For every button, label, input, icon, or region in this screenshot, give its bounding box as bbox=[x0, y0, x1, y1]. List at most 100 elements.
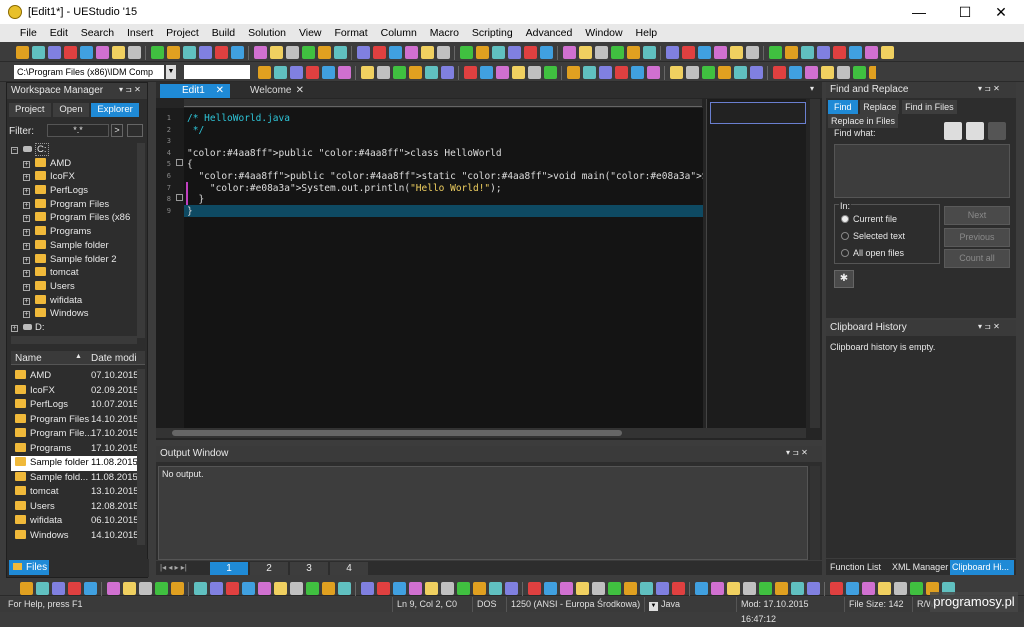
toolbar-button-icon[interactable] bbox=[357, 46, 370, 59]
toolbar2-button-icon[interactable] bbox=[464, 66, 477, 79]
toolbar2-button-icon[interactable] bbox=[377, 66, 390, 79]
tree-folder-item[interactable]: + PerfLogs bbox=[11, 184, 137, 198]
toolbar2-button-icon[interactable] bbox=[686, 66, 699, 79]
format-button-icon[interactable] bbox=[846, 582, 859, 595]
menu-project[interactable]: Project bbox=[161, 24, 204, 42]
format-button-icon[interactable] bbox=[123, 582, 136, 595]
page-tab-4[interactable]: 4 bbox=[330, 562, 368, 575]
file-row[interactable]: PerfLogs 10.07.2015 bbox=[11, 398, 139, 413]
fold-icon[interactable] bbox=[176, 159, 183, 166]
column-date[interactable]: Date modi bbox=[91, 353, 137, 364]
tab-find[interactable]: Find bbox=[828, 100, 858, 114]
page-nav-icon[interactable]: |◂ ◂ ▸ ▸| bbox=[160, 563, 187, 572]
toolbar-button-icon[interactable] bbox=[508, 46, 521, 59]
toolbar-button-icon[interactable] bbox=[215, 46, 228, 59]
format-button-icon[interactable] bbox=[672, 582, 685, 595]
menu-view[interactable]: View bbox=[294, 24, 327, 42]
toolbar2-button-icon[interactable] bbox=[583, 66, 596, 79]
toolbar-button-icon[interactable] bbox=[627, 46, 640, 59]
tree-folder-item[interactable]: + AMD bbox=[11, 157, 137, 171]
toolbar-button-icon[interactable] bbox=[524, 46, 537, 59]
tab-find-in-files[interactable]: Find in Files bbox=[902, 100, 957, 114]
menu-search[interactable]: Search bbox=[76, 24, 119, 42]
search-options-icon[interactable] bbox=[988, 122, 1006, 140]
toolbar-button-icon[interactable] bbox=[421, 46, 434, 59]
toolbar-button-icon[interactable] bbox=[666, 46, 679, 59]
tab-clipboard-history[interactable]: Clipboard Hi... bbox=[950, 560, 1014, 575]
toolbar-button-icon[interactable] bbox=[183, 46, 196, 59]
format-button-icon[interactable] bbox=[878, 582, 891, 595]
toolbar2-button-icon[interactable] bbox=[734, 66, 747, 79]
filter-input[interactable]: *.* bbox=[47, 124, 109, 137]
format-button-icon[interactable] bbox=[910, 582, 923, 595]
toolbar2-button-icon[interactable] bbox=[361, 66, 374, 79]
hscroll-thumb[interactable] bbox=[172, 430, 622, 436]
toolbar-button-icon[interactable] bbox=[96, 46, 109, 59]
format-button-icon[interactable] bbox=[155, 582, 168, 595]
toolbar-button-icon[interactable] bbox=[769, 46, 782, 59]
toolbar-button-icon[interactable] bbox=[286, 46, 299, 59]
file-row[interactable]: Users 12.08.2015 bbox=[11, 500, 139, 515]
toolbar-button-icon[interactable] bbox=[389, 46, 402, 59]
tab-replace[interactable]: Replace bbox=[860, 100, 900, 114]
toolbar-button-icon[interactable] bbox=[199, 46, 212, 59]
tree-folder-item[interactable]: + Programs bbox=[11, 225, 137, 239]
format-button-icon[interactable] bbox=[640, 582, 653, 595]
tab-xml-manager[interactable]: XML Manager bbox=[890, 560, 950, 575]
toolbar-button-icon[interactable] bbox=[48, 46, 61, 59]
menu-solution[interactable]: Solution bbox=[243, 24, 291, 42]
toolbar-button-icon[interactable] bbox=[128, 46, 141, 59]
toolbar-button-icon[interactable] bbox=[405, 46, 418, 59]
format-button-icon[interactable] bbox=[171, 582, 184, 595]
toolbar-button-icon[interactable] bbox=[492, 46, 505, 59]
format-button-icon[interactable] bbox=[830, 582, 843, 595]
toolbar2-button-icon[interactable] bbox=[425, 66, 438, 79]
toolbar-button-icon[interactable] bbox=[595, 46, 608, 59]
toolbar-button-icon[interactable] bbox=[318, 46, 331, 59]
favorites-star-icon[interactable] bbox=[966, 122, 984, 140]
panel-menu-icon[interactable]: ▾ ⊐ ✕ bbox=[978, 322, 1000, 331]
toolbar-button-icon[interactable] bbox=[254, 46, 267, 59]
toolbar2-button-icon[interactable] bbox=[409, 66, 422, 79]
toolbar-button-icon[interactable] bbox=[682, 46, 695, 59]
code-line[interactable]: } bbox=[187, 206, 703, 218]
format-button-icon[interactable] bbox=[894, 582, 907, 595]
file-row[interactable]: Windows 14.10.2015 bbox=[11, 529, 139, 544]
format-button-icon[interactable] bbox=[695, 582, 708, 595]
tab-explorer[interactable]: Explorer bbox=[91, 103, 139, 117]
settings-gear-icon[interactable]: ✱ bbox=[834, 270, 854, 288]
tab-files[interactable]: Files bbox=[9, 560, 49, 575]
file-row[interactable]: AMD 07.10.2015 bbox=[11, 369, 139, 384]
format-button-icon[interactable] bbox=[624, 582, 637, 595]
toolbar-button-icon[interactable] bbox=[302, 46, 315, 59]
format-button-icon[interactable] bbox=[306, 582, 319, 595]
tree-folder-item[interactable]: + Program Files bbox=[11, 198, 137, 212]
editor-vscrollbar[interactable] bbox=[810, 99, 820, 428]
format-button-icon[interactable] bbox=[592, 582, 605, 595]
format-button-icon[interactable] bbox=[322, 582, 335, 595]
format-button-icon[interactable] bbox=[656, 582, 669, 595]
toolbar2-button-icon[interactable] bbox=[441, 66, 454, 79]
toolbar-button-icon[interactable] bbox=[817, 46, 830, 59]
format-button-icon[interactable] bbox=[727, 582, 740, 595]
tab-welcome[interactable]: Welcome ✕ bbox=[236, 84, 308, 98]
filter-apply-button[interactable]: > bbox=[111, 124, 123, 137]
format-button-icon[interactable] bbox=[84, 582, 97, 595]
code-line[interactable]: "color:#4aa8ff">public "color:#4aa8ff">c… bbox=[187, 148, 703, 160]
column-name[interactable]: Name bbox=[15, 353, 42, 364]
toolbar-button-icon[interactable] bbox=[460, 46, 473, 59]
tree-folder-item[interactable]: + tomcat bbox=[11, 266, 137, 280]
code-line[interactable]: "color:#4aa8ff">public "color:#4aa8ff">s… bbox=[187, 171, 703, 183]
toolbar-button-icon[interactable] bbox=[373, 46, 386, 59]
output-text-area[interactable]: No output. bbox=[158, 466, 808, 560]
toolbar-button-icon[interactable] bbox=[698, 46, 711, 59]
fold-icon[interactable] bbox=[176, 194, 183, 201]
tree-drive-d[interactable]: + D: bbox=[11, 321, 137, 335]
toolbar2-button-icon[interactable] bbox=[718, 66, 731, 79]
toolbar2-button-icon[interactable] bbox=[496, 66, 509, 79]
toolbar-button-icon[interactable] bbox=[151, 46, 164, 59]
format-button-icon[interactable] bbox=[210, 582, 223, 595]
toolbar2-button-icon[interactable] bbox=[393, 66, 406, 79]
toolbar2-button-icon[interactable] bbox=[528, 66, 541, 79]
file-row[interactable]: wifidata 06.10.2015 bbox=[11, 514, 139, 529]
